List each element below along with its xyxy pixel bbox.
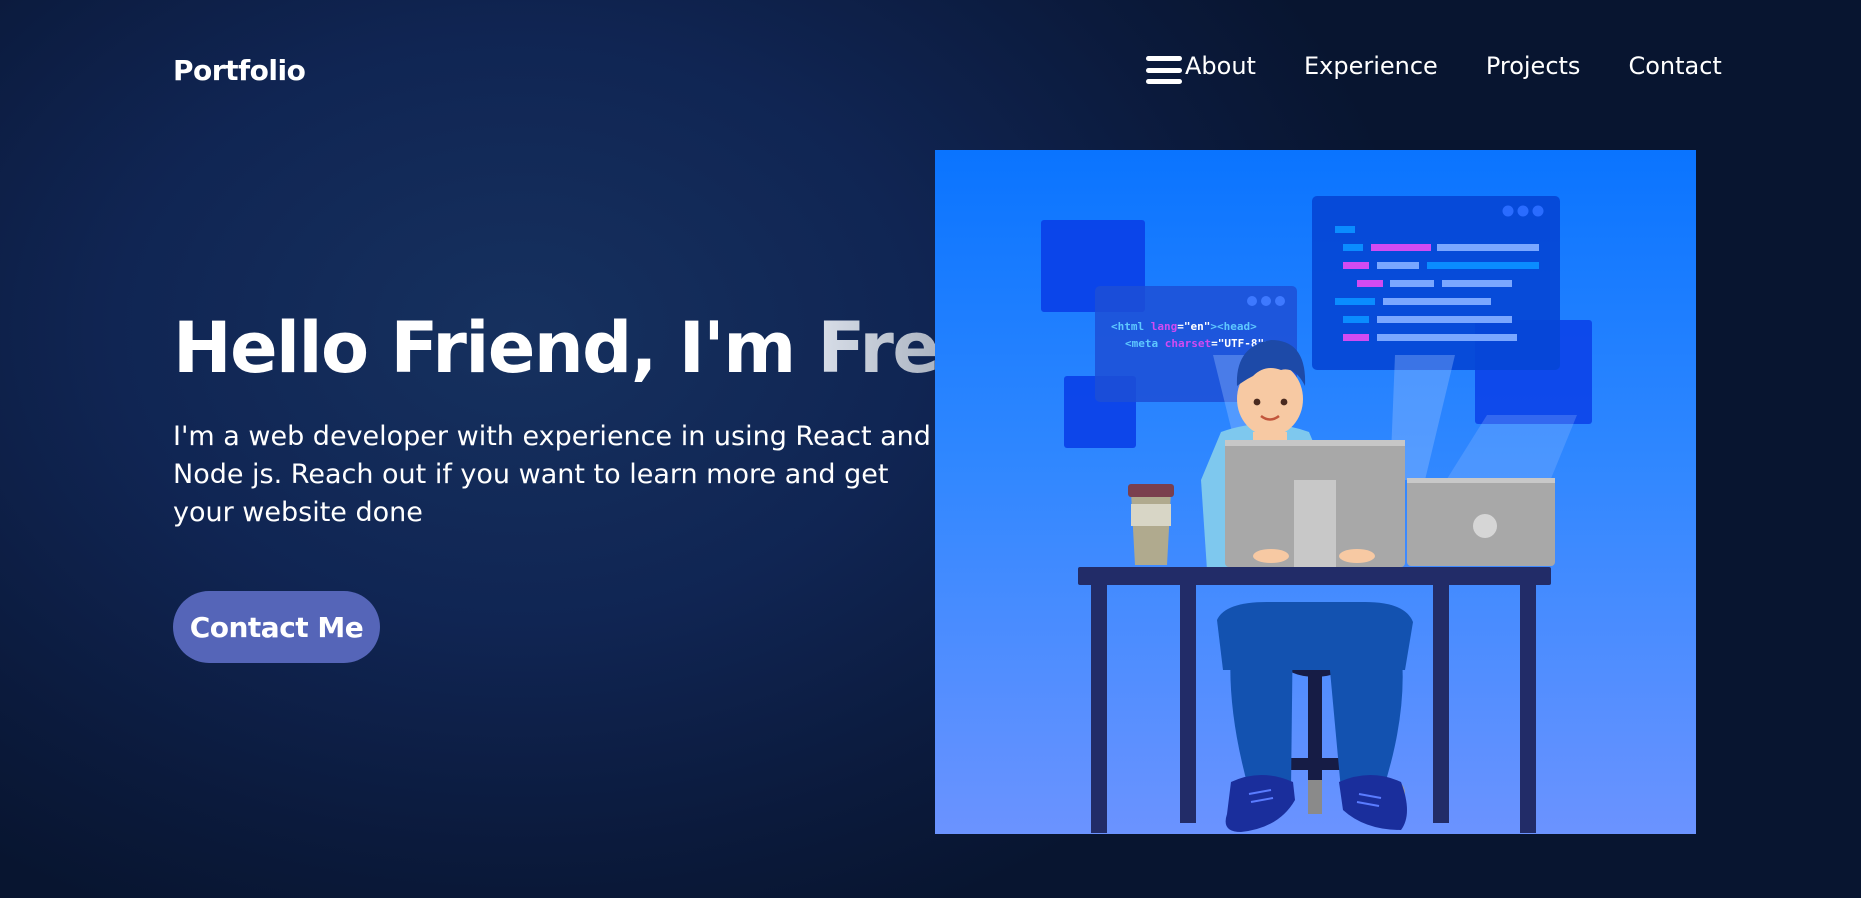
hamburger-menu-icon[interactable] xyxy=(1146,56,1182,84)
navbar: Portfolio About Experience Projects Cont… xyxy=(0,0,1861,140)
code-meta-open: <meta xyxy=(1125,337,1165,350)
nav-links: About Experience Projects Contact xyxy=(1185,52,1722,80)
developer-at-desk-illustration: <html lang="en"><head> <meta charset="UT… xyxy=(1041,196,1592,833)
hero-description: I'm a web developer with experience in u… xyxy=(173,421,931,528)
site-logo[interactable]: Portfolio xyxy=(173,54,306,87)
contact-me-button[interactable]: Contact Me xyxy=(173,591,380,663)
nav-link-experience[interactable]: Experience xyxy=(1304,52,1438,80)
hero-greeting: Hello Friend, I'm xyxy=(173,307,796,389)
hero-title: Hello Friend, I'm Fred xyxy=(173,307,989,389)
svg-text:<meta charset="UTF-8">: <meta charset="UTF-8"> xyxy=(1125,337,1271,350)
nav-link-about[interactable]: About xyxy=(1185,52,1256,80)
nav-link-contact[interactable]: Contact xyxy=(1628,52,1721,80)
nav-link-projects[interactable]: Projects xyxy=(1486,52,1581,80)
code-html-open: <html xyxy=(1111,320,1151,333)
svg-text:<html lang="en"><head>: <html lang="en"><head> xyxy=(1111,320,1257,333)
hero-section: Hello Friend, I'm Fred I'm a web develop… xyxy=(173,307,989,532)
hero-illustration: <html lang="en"><head> <meta charset="UT… xyxy=(935,150,1696,834)
